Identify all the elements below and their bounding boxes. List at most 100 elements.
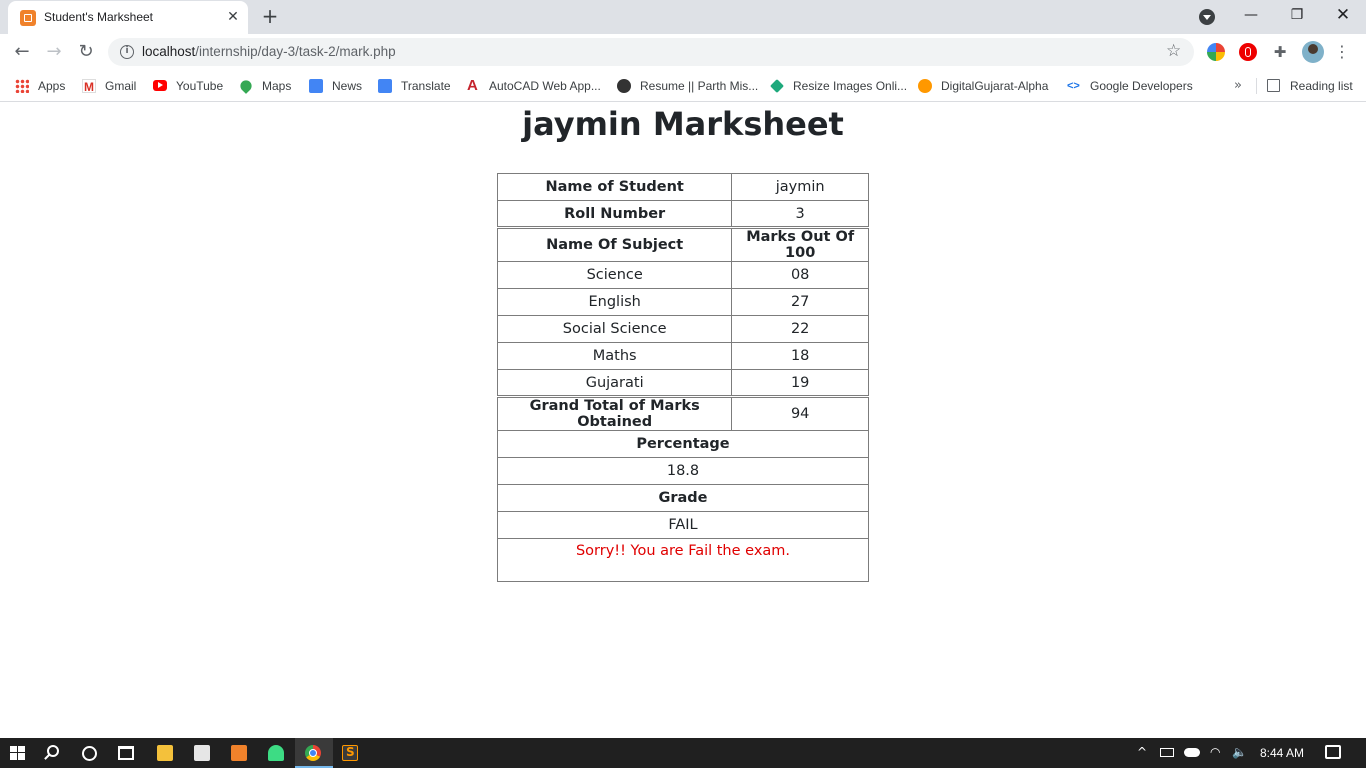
table-row: Roll Number 3 xyxy=(496,200,869,229)
profile-avatar[interactable] xyxy=(1302,41,1324,63)
tray-chevron-icon[interactable]: ^ xyxy=(1137,745,1147,759)
browser-tab[interactable]: Student's Marksheet ✕ xyxy=(8,1,248,34)
bookmark-label: AutoCAD Web App... xyxy=(489,79,601,93)
table-row: Maths 18 xyxy=(496,342,869,370)
name-value: jaymin xyxy=(731,173,869,201)
close-window-button[interactable]: ✕ xyxy=(1320,0,1366,32)
percentage-label: Percentage xyxy=(497,430,869,458)
table-row: Percentage xyxy=(497,430,869,458)
marksheet-table: Name of Student jaymin Roll Number 3 Nam… xyxy=(496,173,869,582)
bookmark-star-icon[interactable]: ☆ xyxy=(1166,41,1181,61)
bookmarks-divider xyxy=(1256,78,1257,94)
subject-name: Maths xyxy=(496,342,733,370)
subject-header: Name Of Subject xyxy=(496,227,733,262)
table-header-row: Name Of Subject Marks Out Of 100 xyxy=(496,227,869,262)
chrome-icon xyxy=(305,745,321,761)
subject-name: English xyxy=(496,288,733,316)
marks-header: Marks Out Of 100 xyxy=(731,227,869,262)
translate-icon xyxy=(378,79,392,93)
youtube-icon xyxy=(153,80,167,91)
url-host: localhost xyxy=(142,44,196,59)
result-message: Sorry!! You are Fail the exam. xyxy=(497,538,869,582)
browser-toolbar: ← → ↻ i localhost/internship/day-3/task-… xyxy=(0,34,1366,70)
xampp-icon[interactable] xyxy=(231,745,247,761)
adblock-extension-icon[interactable] xyxy=(1239,43,1257,61)
subject-name: Social Science xyxy=(496,315,733,343)
reading-list-label: Reading list xyxy=(1290,79,1353,93)
resume-icon xyxy=(617,79,631,93)
url-path: /internship/day-3/task-2/mark.php xyxy=(195,44,396,59)
extensions-puzzle-icon[interactable]: ✚ xyxy=(1271,43,1289,61)
more-bookmarks-chevron-icon[interactable]: » xyxy=(1234,76,1242,96)
subject-marks: 19 xyxy=(731,369,869,398)
reload-button[interactable]: ↻ xyxy=(73,39,99,65)
android-studio-icon[interactable] xyxy=(268,745,284,761)
bookmark-label: DigitalGujarat-Alpha xyxy=(941,79,1049,93)
percentage-value: 18.8 xyxy=(497,457,869,485)
chrome-taskbar-button[interactable] xyxy=(295,738,333,768)
maximize-button[interactable]: ❐ xyxy=(1274,0,1320,32)
windows-taskbar: ^ ◠ 🔈 8:44 AM xyxy=(0,738,1366,768)
table-row: Sorry!! You are Fail the exam. xyxy=(497,538,869,582)
subject-marks: 22 xyxy=(731,315,869,343)
bookmark-label: Maps xyxy=(262,79,292,93)
task-view-icon[interactable] xyxy=(118,746,134,760)
grade-label: Grade xyxy=(497,484,869,512)
tab-close-icon[interactable]: ✕ xyxy=(224,8,242,26)
bookmark-label: Google Developers xyxy=(1090,79,1193,93)
battery-icon[interactable] xyxy=(1160,748,1174,757)
tab-search-icon[interactable] xyxy=(1199,9,1215,25)
start-icon[interactable] xyxy=(10,746,25,760)
table-row: 18.8 xyxy=(497,457,869,485)
table-row: FAIL xyxy=(497,511,869,539)
bookmark-label: Apps xyxy=(38,79,66,93)
roll-value: 3 xyxy=(731,200,869,229)
notification-icon[interactable] xyxy=(1325,745,1341,759)
roll-label: Roll Number xyxy=(496,200,733,229)
autocad-icon xyxy=(466,76,480,96)
grand-total-value: 94 xyxy=(731,396,869,431)
minimize-button[interactable]: — xyxy=(1228,0,1274,32)
new-tab-button[interactable]: + xyxy=(259,5,281,27)
back-button[interactable]: ← xyxy=(9,39,35,65)
maps-icon xyxy=(238,78,254,94)
store-icon[interactable] xyxy=(194,745,210,761)
news-icon xyxy=(309,79,323,93)
wifi-icon[interactable]: ◠ xyxy=(1210,745,1220,759)
browser-menu-icon[interactable]: ⋮ xyxy=(1334,39,1350,65)
search-icon[interactable] xyxy=(47,745,59,757)
table-row: Social Science 22 xyxy=(496,315,869,343)
bookmark-label: Resize Images Onli... xyxy=(793,79,908,93)
subject-marks: 18 xyxy=(731,342,869,370)
bookmark-label: News xyxy=(332,79,363,93)
table-row: English 27 xyxy=(496,288,869,316)
table-row: Grand Total of Marks Obtained 94 xyxy=(496,396,869,431)
bookmark-label: Translate xyxy=(401,79,451,93)
bookmark-label: YouTube xyxy=(176,79,224,93)
name-label: Name of Student xyxy=(496,173,733,201)
resize-icon xyxy=(770,79,784,93)
onedrive-icon[interactable] xyxy=(1184,748,1200,757)
grade-value: FAIL xyxy=(497,511,869,539)
site-info-icon[interactable]: i xyxy=(120,45,134,59)
clock[interactable]: 8:44 AM xyxy=(1260,746,1304,760)
digitalgujarat-icon xyxy=(918,79,932,93)
forward-button[interactable]: → xyxy=(41,39,67,65)
volume-icon[interactable]: 🔈 xyxy=(1232,745,1247,759)
table-row: Gujarati 19 xyxy=(496,369,869,398)
bookmarks-bar: Apps Gmail YouTube Maps News Translate A… xyxy=(0,70,1366,102)
color-extension-icon[interactable] xyxy=(1207,43,1225,61)
address-bar[interactable]: i localhost/internship/day-3/task-2/mark… xyxy=(108,38,1194,66)
url-text[interactable]: localhost/internship/day-3/task-2/mark.p… xyxy=(142,44,396,59)
reading-list-icon xyxy=(1267,79,1280,92)
cortana-icon[interactable] xyxy=(82,746,97,761)
xampp-favicon-icon xyxy=(20,10,36,26)
sublime-text-icon[interactable] xyxy=(342,745,358,761)
file-explorer-icon[interactable] xyxy=(157,745,173,761)
page-content: jaymin Marksheet Name of Student jaymin … xyxy=(0,103,1366,738)
subject-marks: 27 xyxy=(731,288,869,316)
subject-name: Science xyxy=(496,261,733,289)
gmail-icon xyxy=(82,77,96,97)
bookmark-label: Resume || Parth Mis... xyxy=(640,79,759,93)
table-row: Name of Student jaymin xyxy=(496,173,869,201)
